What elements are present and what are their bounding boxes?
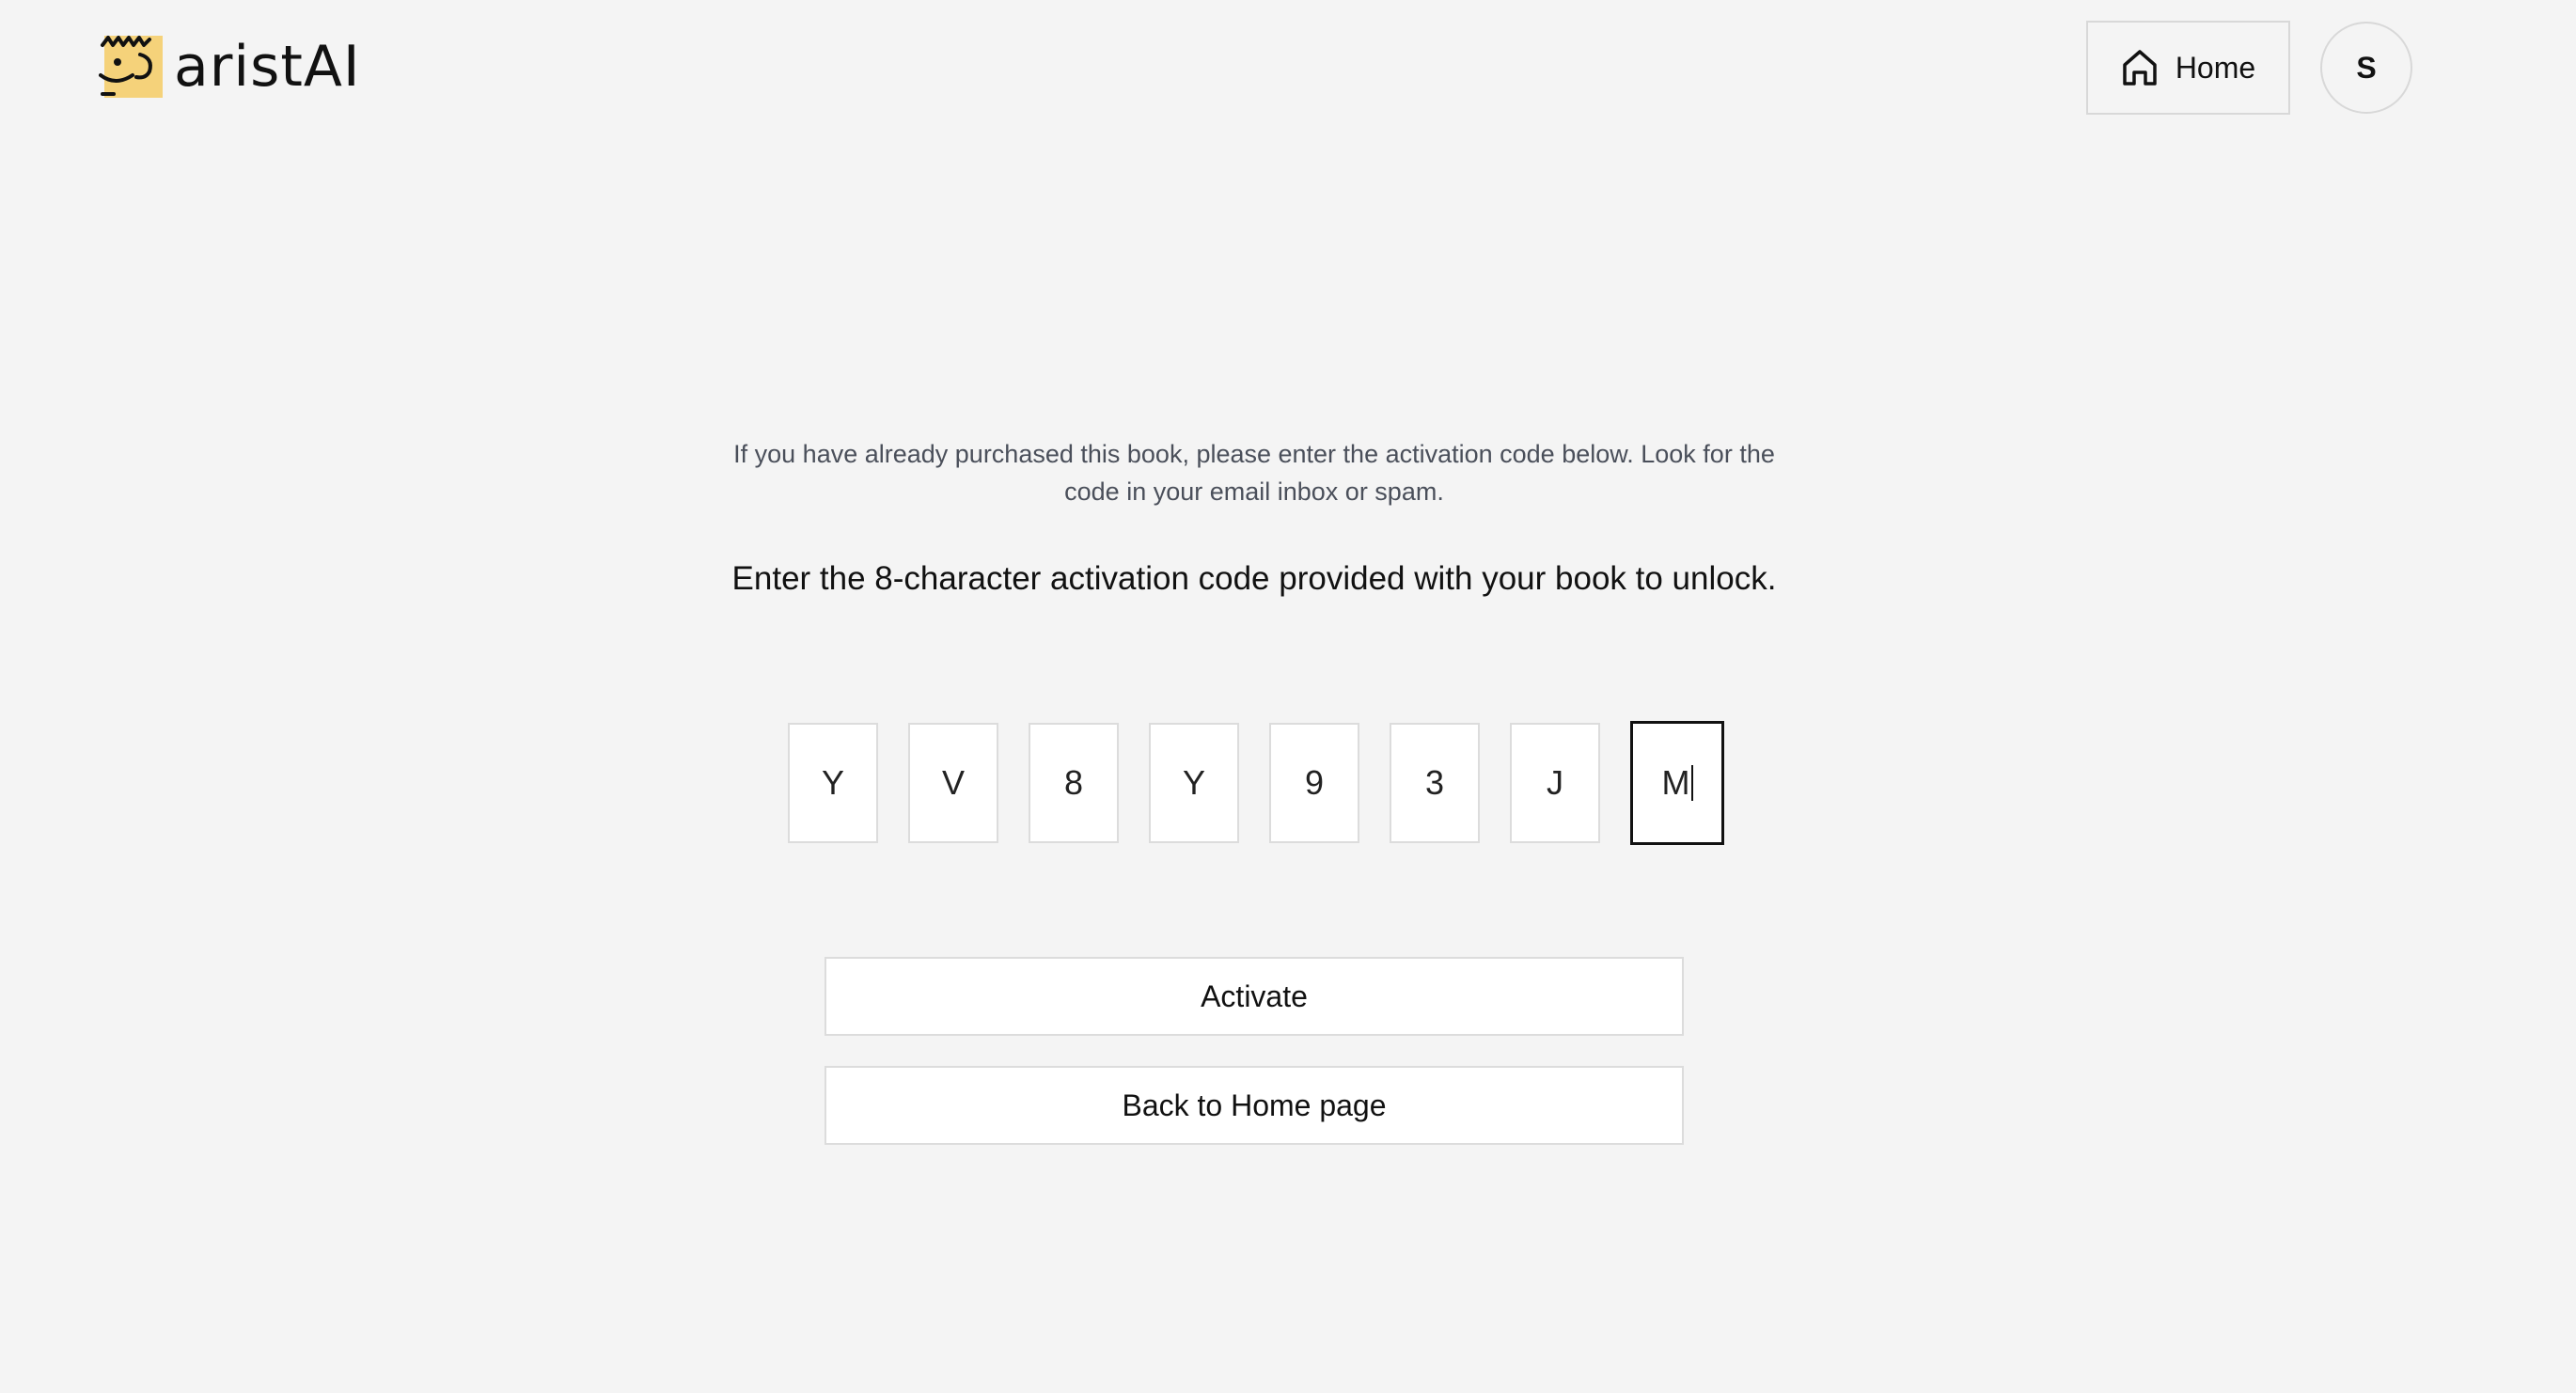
activate-button[interactable]: Activate [825, 957, 1684, 1036]
activation-page: aristAI Home S If you have already purch… [0, 0, 2576, 1393]
code-char-input-7[interactable]: J [1510, 723, 1600, 843]
code-char-7: J [1547, 763, 1563, 802]
code-char-input-1[interactable]: Y [788, 723, 878, 843]
code-char-1: Y [821, 763, 844, 802]
intro-text: If you have already purchased this book,… [733, 440, 1775, 506]
activation-code-inputs: Y V 8 Y 9 3 J M [788, 721, 1724, 845]
home-button[interactable]: Home [2086, 21, 2290, 115]
user-avatar[interactable]: S [2320, 22, 2412, 114]
code-char-input-5[interactable]: 9 [1269, 723, 1359, 843]
code-char-input-8[interactable]: M [1630, 721, 1724, 845]
code-char-3: 8 [1063, 763, 1084, 802]
code-char-2: V [941, 763, 965, 802]
brand-logo[interactable]: aristAI [99, 34, 361, 100]
text-caret [1690, 765, 1693, 801]
back-to-home-button[interactable]: Back to Home page [825, 1066, 1684, 1145]
code-char-4: Y [1182, 763, 1205, 802]
code-instruction: Enter the 8-character activation code pr… [731, 560, 1777, 597]
logo-face-icon [99, 34, 163, 100]
home-button-label: Home [2175, 50, 2256, 85]
brand-name: aristAI [174, 34, 361, 100]
code-char-8: M [1661, 763, 1690, 802]
code-char-input-2[interactable]: V [908, 723, 998, 843]
code-char-input-6[interactable]: 3 [1390, 723, 1480, 843]
code-char-input-4[interactable]: Y [1149, 723, 1239, 843]
home-icon [2121, 48, 2159, 87]
code-char-input-3[interactable]: 8 [1029, 723, 1119, 843]
code-char-5: 9 [1304, 763, 1325, 802]
code-char-6: 3 [1424, 763, 1445, 802]
